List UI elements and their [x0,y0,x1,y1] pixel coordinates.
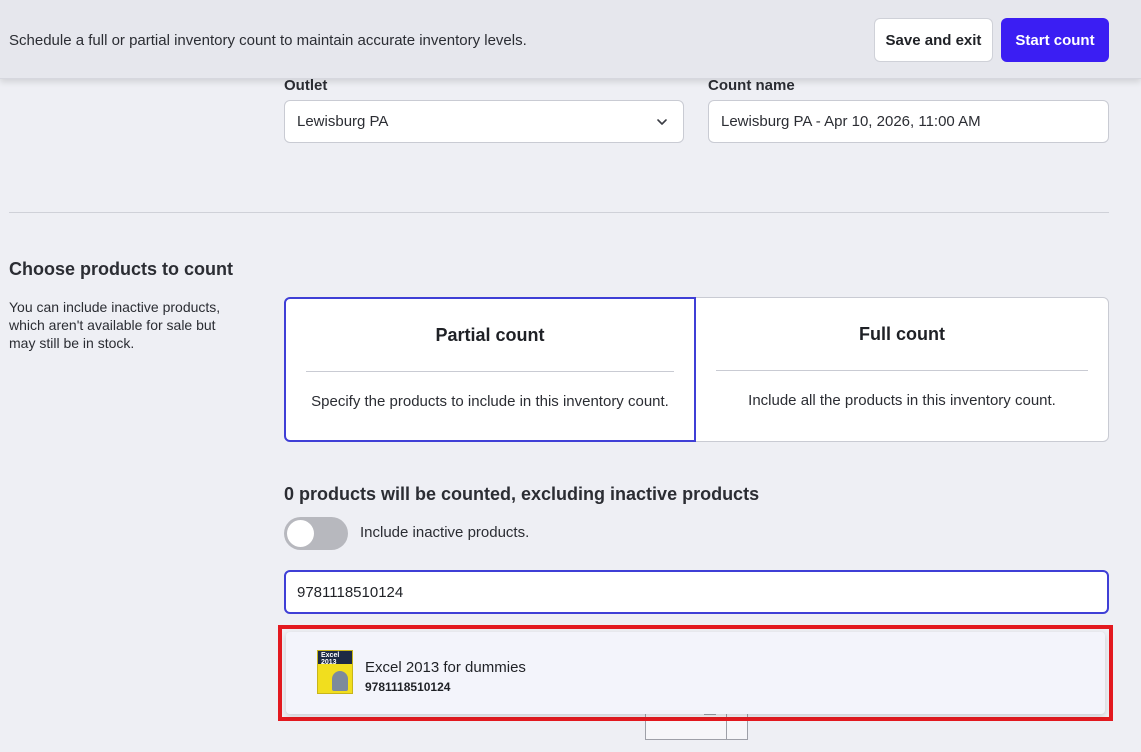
product-search-input[interactable] [284,570,1109,614]
include-inactive-toggle[interactable] [284,517,348,550]
outlet-select[interactable]: Lewisburg PA [284,100,684,143]
save-and-exit-button[interactable]: Save and exit [874,18,993,62]
product-thumbnail: Excel 2013 [317,650,353,694]
header-description: Schedule a full or partial inventory cou… [9,32,527,49]
partial-count-option[interactable]: Partial count Specify the products to in… [284,297,696,442]
page-header: Schedule a full or partial inventory cou… [0,0,1141,79]
partial-count-title: Partial count [435,325,545,345]
thumbnail-text: Excel 2013 [321,652,340,666]
section-divider [9,212,1109,213]
products-section-title: Choose products to count [9,259,233,279]
products-section-description: You can include inactive products, which… [9,299,221,351]
count-name-input[interactable]: Lewisburg PA - Apr 10, 2026, 11:00 AM [708,100,1109,143]
count-name-value: Lewisburg PA - Apr 10, 2026, 11:00 AM [721,113,981,130]
full-count-title: Full count [859,324,945,344]
thumbnail-banner: Excel 2013 [318,651,352,666]
partial-count-description: Specify the products to include in this … [311,393,669,410]
search-result-highlight: Excel 2013 Excel 2013 for dummies 978111… [278,625,1113,721]
result-product-name: Excel 2013 for dummies [365,659,526,676]
start-count-button[interactable]: Start count [1001,18,1109,62]
search-result-item[interactable]: Excel 2013 Excel 2013 for dummies 978111… [286,632,1105,714]
option-divider [306,371,674,372]
count-name-label: Count name [708,77,795,94]
full-count-option[interactable]: Full count Include all the products in t… [695,297,1109,442]
include-inactive-label: Include inactive products. [360,524,530,541]
thumbnail-figure [332,671,348,691]
full-count-description: Include all the products in this invento… [748,392,1056,409]
outlet-label: Outlet [284,77,328,94]
outlet-value: Lewisburg PA [297,113,389,130]
chevron-down-icon [657,119,667,125]
toggle-knob [287,520,314,547]
option-divider [716,370,1088,371]
result-product-sku: 9781118510124 [365,680,451,694]
count-summary-heading: 0 products will be counted, excluding in… [284,484,760,504]
